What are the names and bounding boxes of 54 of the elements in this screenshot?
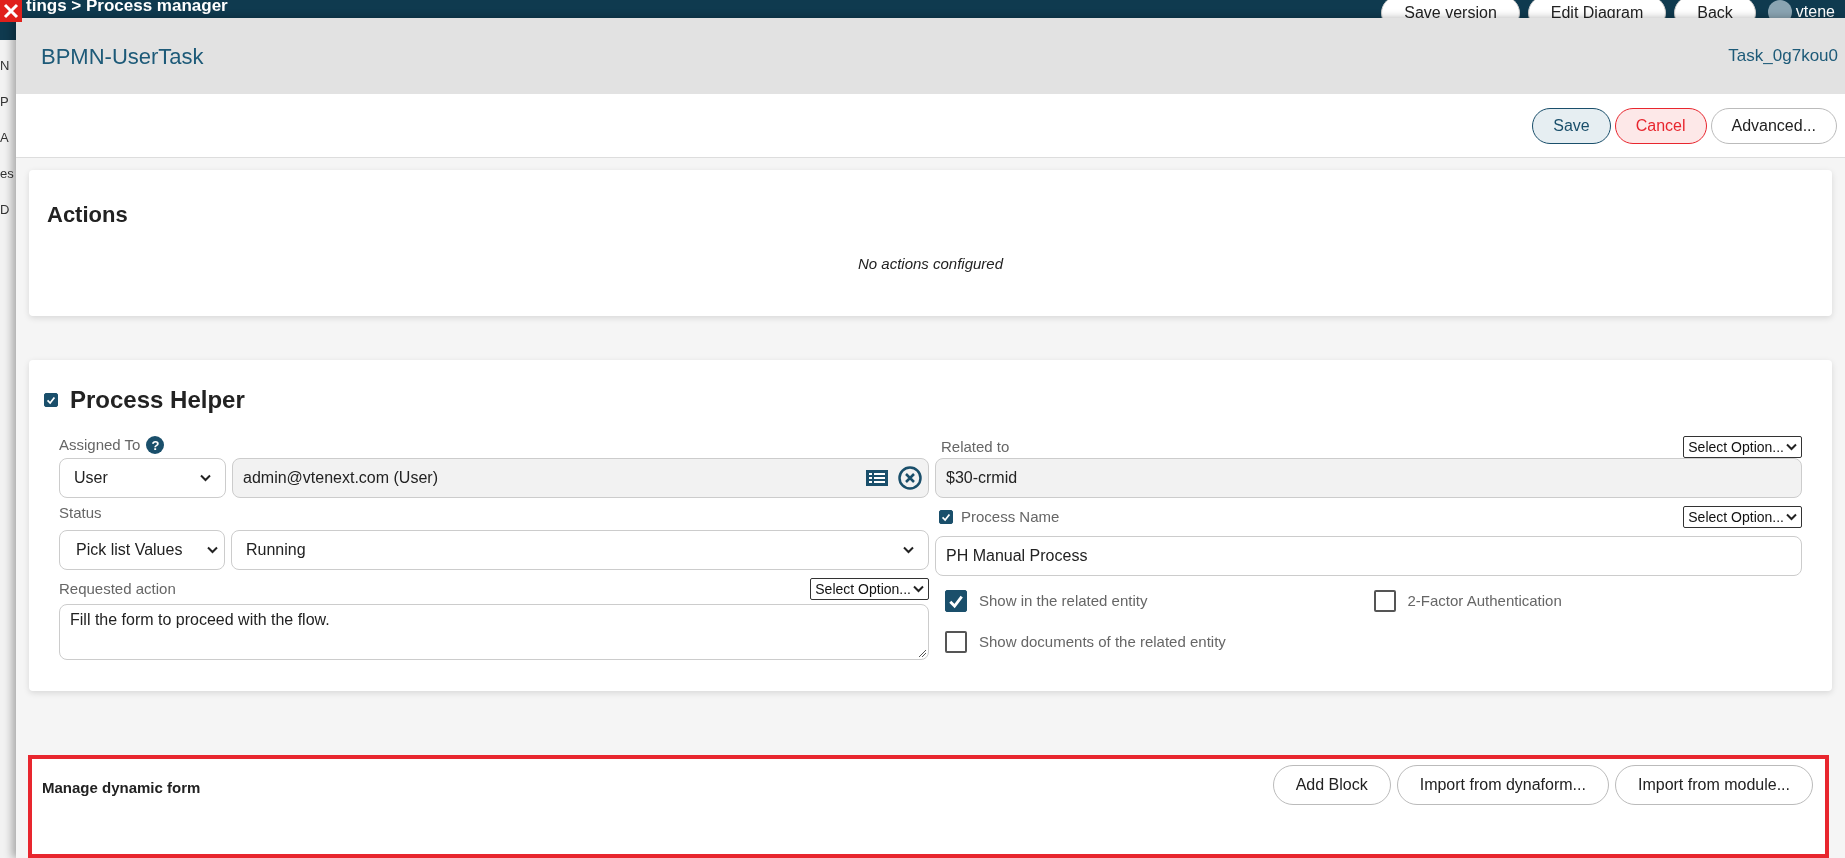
list-icon[interactable] <box>866 469 888 487</box>
option-select[interactable]: Select Option... <box>1683 436 1802 458</box>
checkbox-label: Show documents of the related entity <box>979 631 1226 652</box>
caret-icon <box>1786 513 1797 521</box>
section-title: Actions <box>47 201 129 229</box>
caret-icon <box>207 546 218 554</box>
process-name-field[interactable]: PH Manual Process <box>935 536 1802 576</box>
close-icon[interactable] <box>0 0 22 22</box>
caret-icon <box>1786 443 1797 451</box>
resize-handle-icon[interactable] <box>918 649 926 657</box>
save-button[interactable]: Save <box>1532 107 1611 144</box>
field-label: Requested action <box>59 578 176 599</box>
checkbox-label: Show in the related entity <box>979 591 1148 611</box>
related-to-field[interactable]: $30-crmid <box>935 458 1802 498</box>
dialog-title: BPMN-UserTask <box>41 42 204 71</box>
checkbox[interactable] <box>945 590 967 613</box>
section-title: Process Helper <box>70 385 245 415</box>
sidebar-label: N <box>0 57 10 75</box>
field-label: Assigned To <box>59 434 141 455</box>
caret-icon <box>200 474 211 482</box>
user-name: vtene <box>1795 2 1835 22</box>
caret-icon <box>913 585 924 593</box>
checkbox[interactable] <box>44 393 58 407</box>
field-label: Related to <box>941 436 1010 457</box>
plain-button[interactable]: Advanced... <box>1710 107 1837 144</box>
checkbox[interactable] <box>1373 590 1396 613</box>
source-select[interactable]: Pick list Values <box>59 530 225 570</box>
sidebar-label: D <box>0 201 10 219</box>
requested-action-textarea[interactable]: Fill the form to proceed with the flow. <box>59 604 929 660</box>
checkbox[interactable] <box>945 630 967 653</box>
checkbox[interactable] <box>939 509 953 524</box>
option-select[interactable]: Select Option... <box>1683 506 1802 528</box>
sidebar-label: es <box>0 165 14 183</box>
status-select[interactable]: Running <box>231 530 929 570</box>
assignee-field[interactable]: admin@vtenext.com (User) <box>232 458 929 498</box>
empty-message: No actions configured <box>857 254 1004 274</box>
textarea-value: Fill the form to proceed with the flow. <box>70 611 330 628</box>
caret-icon <box>903 546 914 554</box>
assignee-value: admin@vtenext.com (User) <box>243 468 438 488</box>
checkbox-label: 2-Factor Authentication <box>1407 591 1562 611</box>
section-title: Manage dynamic form <box>42 778 201 798</box>
option-select[interactable]: Select Option... <box>810 578 929 600</box>
form-button[interactable]: Import from dynaform... <box>1396 765 1609 805</box>
form-button[interactable]: Add Block <box>1272 765 1391 805</box>
field-label: Process Name <box>961 506 1060 527</box>
clear-icon[interactable] <box>898 466 922 490</box>
field-label: Status <box>59 503 103 523</box>
help-icon[interactable]: ? <box>146 436 165 454</box>
form-button[interactable]: Import from module... <box>1614 765 1813 805</box>
sidebar-label: P <box>0 93 9 111</box>
task-id: Task_0g7kou0 <box>1728 45 1838 68</box>
sidebar-label: A <box>0 129 9 147</box>
cancel-button[interactable]: Cancel <box>1614 107 1707 144</box>
user-type-select[interactable]: User <box>59 458 226 498</box>
